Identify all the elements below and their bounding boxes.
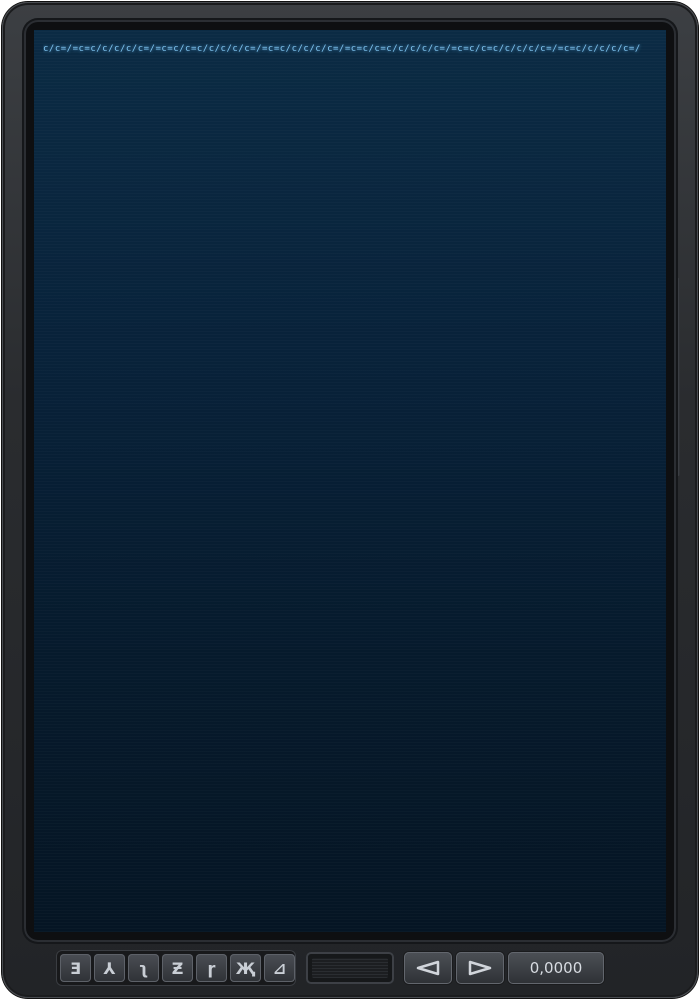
glyph-4-icon: Ƶ <box>171 958 184 978</box>
glyph-button-2[interactable]: ⅄ <box>94 954 125 982</box>
header-glyph-text: c/c=/=c=c/c/c/c/c=/=c=c/c=c/c/c/c/c=/=c=… <box>43 44 641 54</box>
next-button[interactable] <box>456 952 504 984</box>
glyph-button-5[interactable]: ɼ <box>196 954 227 982</box>
glyph-button-7[interactable]: ⊿ <box>264 954 295 982</box>
glyph-5-icon: ɼ <box>207 958 216 978</box>
triangle-left-icon <box>416 960 440 976</box>
glyph-button-1[interactable]: Ǝ <box>60 954 91 982</box>
screen: c/c=/=c=c/c/c/c/c=/=c=c/c=c/c/c/c/c=/=c=… <box>34 30 666 932</box>
glyph-2-icon: ⅄ <box>103 958 116 978</box>
glyph-button-6[interactable]: Җ <box>230 954 261 982</box>
glyph-button-group: Ǝ ⅄ ʅ Ƶ ɼ Җ ⊿ <box>56 950 296 986</box>
page-counter: 0,0000 <box>508 952 604 984</box>
triangle-right-icon <box>468 960 492 976</box>
previous-button[interactable] <box>404 952 452 984</box>
glyph-button-4[interactable]: Ƶ <box>162 954 193 982</box>
right-side-rail <box>676 278 680 476</box>
bottom-toolbar: Ǝ ⅄ ʅ Ƶ ɼ Җ ⊿ 0,0000 <box>56 950 606 988</box>
glyph-3-icon: ʅ <box>138 958 149 978</box>
glyph-1-icon: Ǝ <box>70 958 81 978</box>
glyph-button-3[interactable]: ʅ <box>128 954 159 982</box>
glyph-7-icon: ⊿ <box>272 958 287 978</box>
glyph-6-icon: Җ <box>235 958 256 978</box>
display-slot <box>306 952 394 984</box>
